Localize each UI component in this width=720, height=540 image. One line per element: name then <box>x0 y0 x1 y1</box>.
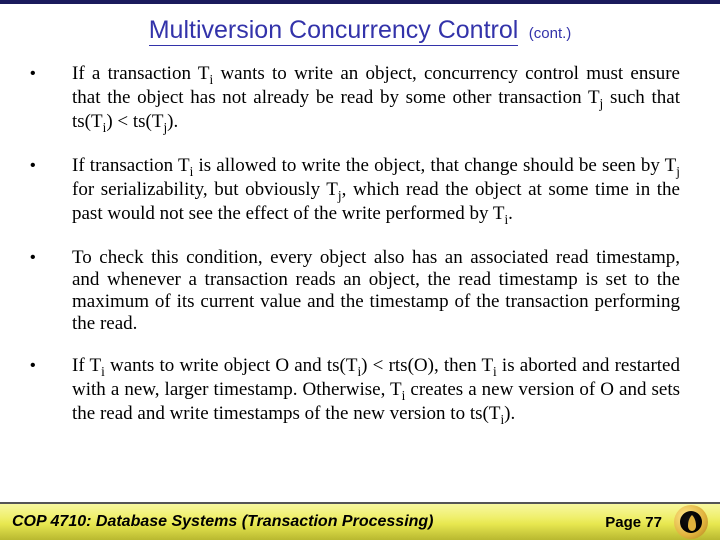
bullet-marker: • <box>30 155 72 175</box>
bullet-text: If Ti wants to write object O and ts(Ti)… <box>72 355 680 427</box>
bullet-text: If a transaction Ti wants to write an ob… <box>72 63 680 135</box>
slide-footer: COP 4710: Database Systems (Transaction … <box>0 502 720 540</box>
pegasus-icon <box>685 514 699 532</box>
slide-title-wrap: Multiversion Concurrency Control (cont.) <box>0 4 720 63</box>
bullet-marker: • <box>30 355 72 375</box>
slide-title: Multiversion Concurrency Control <box>149 16 519 46</box>
footer-course: COP 4710: Database Systems (Transaction … <box>12 513 605 531</box>
bullet-item: • If transaction Ti is allowed to write … <box>30 155 680 227</box>
bullet-text: If transaction Ti is allowed to write th… <box>72 155 680 227</box>
ucf-pegasus-logo <box>674 505 708 539</box>
slide-content: • If a transaction Ti wants to write an … <box>0 63 720 427</box>
bullet-item: • To check this condition, every object … <box>30 247 680 334</box>
bullet-text: To check this condition, every object al… <box>72 247 680 334</box>
footer-page: Page 77 <box>605 514 662 531</box>
slide-title-suffix: (cont.) <box>529 25 572 42</box>
bullet-item: • If Ti wants to write object O and ts(T… <box>30 355 680 427</box>
bullet-marker: • <box>30 247 72 267</box>
bullet-item: • If a transaction Ti wants to write an … <box>30 63 680 135</box>
bullet-marker: • <box>30 63 72 83</box>
